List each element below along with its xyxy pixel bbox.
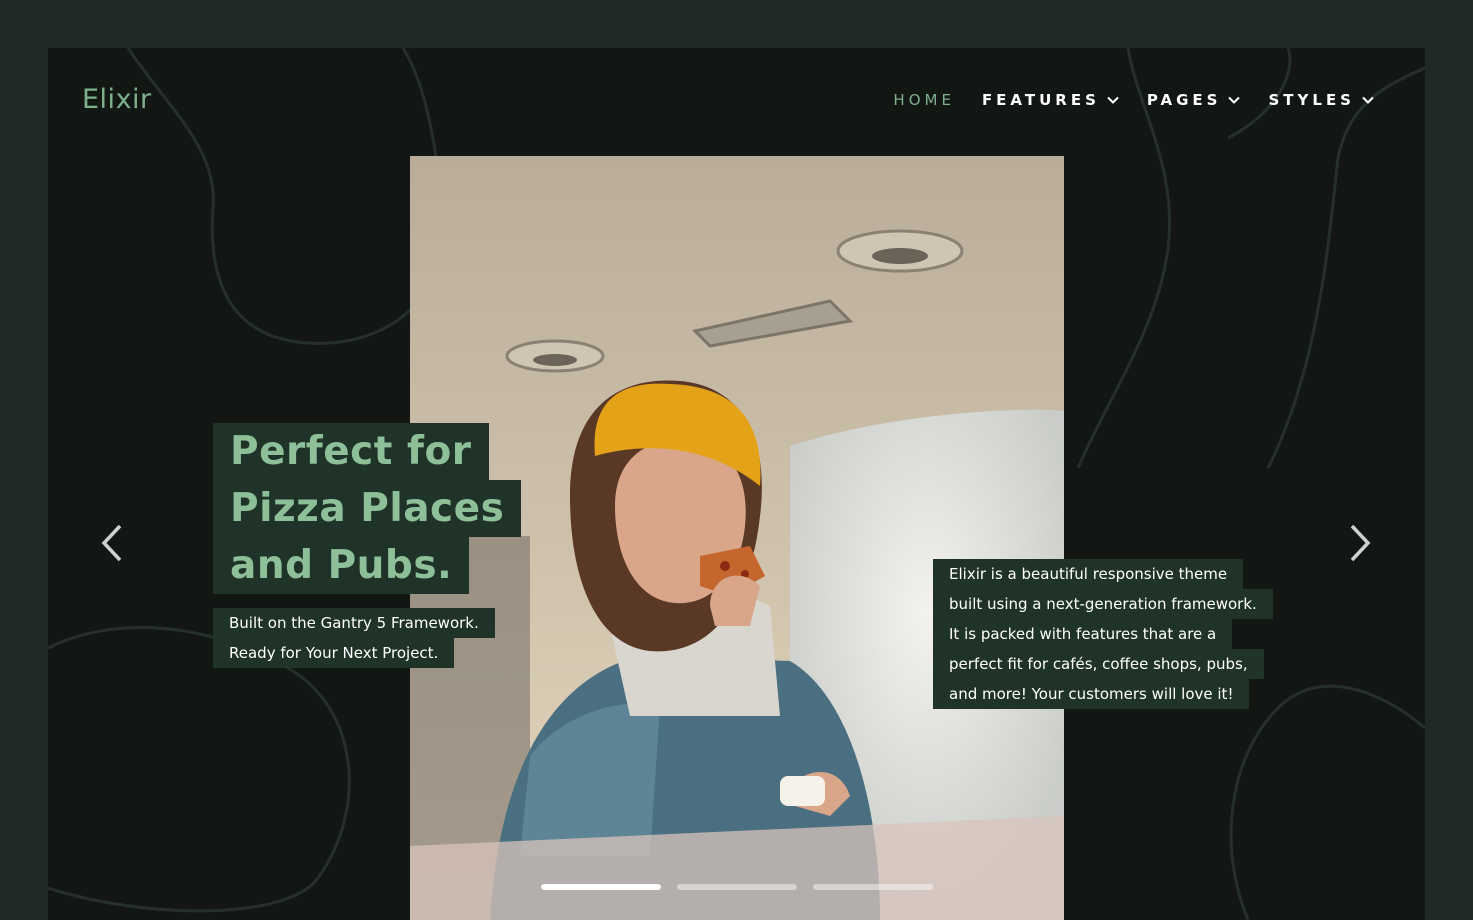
nav-item-styles[interactable]: STYLES [1268, 91, 1375, 109]
slider-pagination [541, 884, 933, 890]
hero-headline: Perfect for Pizza Places and Pubs. [213, 423, 522, 594]
description-line: It is packed with features that are a [933, 619, 1233, 649]
nav-item-features[interactable]: FEATURES [982, 91, 1120, 109]
slider-dot-3[interactable] [813, 884, 933, 890]
slider-dot-2[interactable] [677, 884, 797, 890]
page-frame: Elixir HOME FEATURES PAGES STYLES Perfec… [48, 48, 1425, 920]
chevron-right-icon [1350, 524, 1371, 562]
slider-next-button[interactable] [1344, 523, 1374, 563]
hero-description: Elixir is a beautiful responsive theme b… [933, 559, 1273, 709]
headline-line: Pizza Places [213, 480, 522, 537]
chevron-down-icon [1228, 96, 1241, 104]
main-navigation: HOME FEATURES PAGES STYLES [866, 91, 1375, 109]
subheadline-line: Built on the Gantry 5 Framework. [213, 608, 495, 638]
description-line: Elixir is a beautiful responsive theme [933, 559, 1244, 589]
slider-prev-button[interactable] [98, 523, 128, 563]
nav-item-label: FEATURES [981, 91, 1100, 109]
description-line: perfect fit for cafés, coffee shops, pub… [933, 649, 1264, 679]
site-logo[interactable]: Elixir [82, 84, 152, 115]
chevron-left-icon [101, 524, 122, 562]
slider-dot-1[interactable] [541, 884, 661, 890]
chevron-down-icon [1107, 96, 1119, 104]
hero-subheadline: Built on the Gantry 5 Framework. Ready f… [213, 608, 495, 668]
nav-item-label: STYLES [1268, 91, 1355, 109]
chevron-down-icon [1362, 96, 1374, 104]
headline-line: Perfect for [213, 423, 489, 480]
subheadline-line: Ready for Your Next Project. [213, 638, 455, 668]
headline-line: and Pubs. [213, 537, 470, 594]
nav-item-label: HOME [893, 91, 955, 109]
description-line: and more! Your customers will love it! [933, 679, 1250, 709]
nav-item-label: PAGES [1146, 91, 1222, 109]
description-line: built using a next-generation framework. [933, 589, 1273, 619]
nav-item-pages[interactable]: PAGES [1147, 91, 1242, 109]
nav-item-home[interactable]: HOME [893, 91, 955, 109]
